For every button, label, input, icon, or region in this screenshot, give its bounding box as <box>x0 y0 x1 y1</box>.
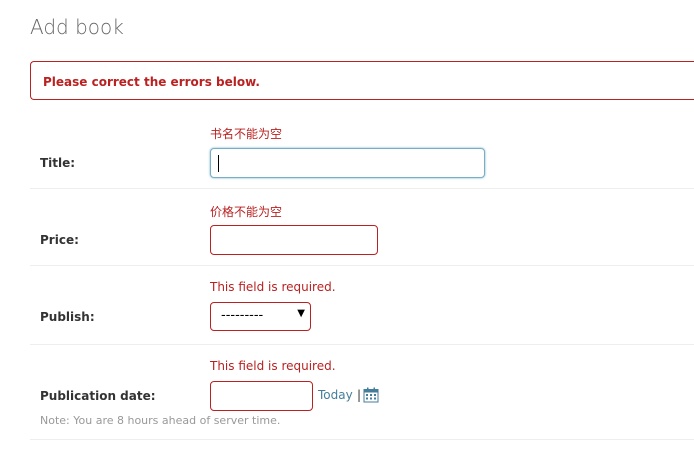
today-link[interactable]: Today <box>318 388 353 402</box>
form-row-title: 书名不能为空 Title: <box>30 110 694 189</box>
publication-date-error: This field is required. <box>210 359 336 373</box>
chevron-down-icon: ▼ <box>297 308 305 319</box>
form-row-publish: This field is required. Publish: -------… <box>30 266 694 345</box>
publish-selected-value: --------- <box>221 308 264 323</box>
title-error: 书名不能为空 <box>210 127 283 141</box>
separator: | <box>357 388 362 402</box>
page-title: Add book <box>30 15 124 39</box>
price-label: Price: <box>40 233 79 247</box>
page: Add book Please correct the errors below… <box>0 0 694 450</box>
title-label: Title: <box>40 156 76 170</box>
form-row-price: 价格不能为空 Price: <box>30 189 694 266</box>
form-row-publication-date: This field is required. Publication date… <box>30 345 694 440</box>
error-note: Please correct the errors below. <box>30 61 694 100</box>
price-error: 价格不能为空 <box>210 205 283 219</box>
publish-select[interactable]: --------- ▼ <box>210 302 311 331</box>
price-input[interactable] <box>210 225 378 255</box>
publication-date-label: Publication date: <box>40 389 156 403</box>
text-caret <box>218 155 219 172</box>
publication-date-input[interactable] <box>210 381 313 411</box>
publish-label: Publish: <box>40 310 95 324</box>
title-input[interactable] <box>210 148 485 178</box>
publish-error: This field is required. <box>210 280 336 294</box>
timezone-help-text: Note: You are 8 hours ahead of server ti… <box>40 414 281 427</box>
calendar-icon[interactable] <box>363 387 379 403</box>
